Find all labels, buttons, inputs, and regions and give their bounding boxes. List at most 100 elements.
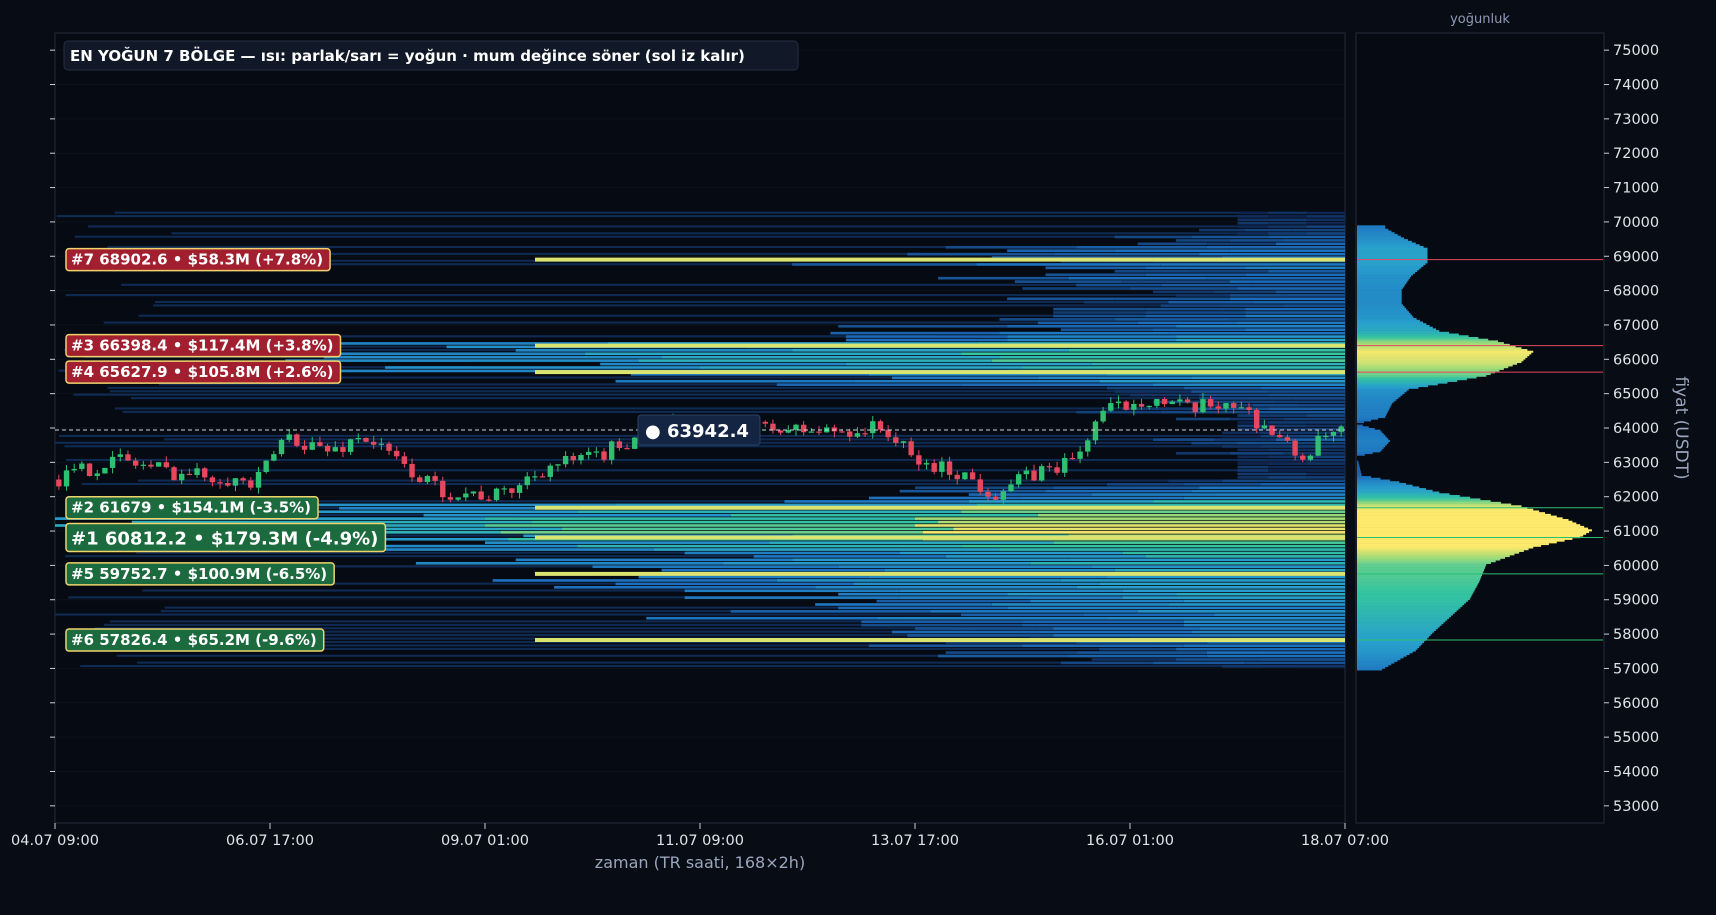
candle-body [132, 460, 139, 466]
heat-cell [1160, 283, 1253, 287]
profile-bar [1357, 369, 1500, 372]
profile-bar [1357, 623, 1442, 626]
heat-cell [1114, 249, 1230, 253]
heat-cell [991, 603, 1169, 606]
zone-badge-label: #3 66398.4 • $117.4M (+3.8%) [71, 337, 334, 355]
profile-bar [1357, 264, 1424, 267]
profile-bar [1357, 517, 1563, 520]
profile-bar [1357, 354, 1530, 357]
heat-cell [815, 603, 992, 606]
profile-bar [1357, 505, 1522, 508]
heat-cell [999, 318, 1115, 321]
heat-cell [1083, 300, 1169, 304]
profile-bar [1357, 659, 1398, 662]
current-price-value: ● 63942.4 [645, 421, 749, 442]
profile-title: yoğunluk [1450, 12, 1510, 27]
y-tick-label: 64000 [1613, 421, 1659, 437]
heat-cell [684, 596, 900, 599]
candle-body [1292, 440, 1298, 456]
candle-body [847, 431, 853, 437]
heat-cell [1260, 658, 1345, 661]
candle-body [1023, 470, 1030, 475]
heat-zone-band [535, 257, 1345, 262]
heat-cell [1245, 307, 1345, 311]
profile-bar [1357, 335, 1469, 338]
heat-cell [561, 527, 954, 531]
heat-cell [1168, 300, 1253, 304]
heat-cell [1268, 235, 1345, 239]
heat-cell [1122, 596, 1345, 599]
profile-bar [1357, 556, 1506, 559]
profile-bar [1357, 270, 1418, 273]
heat-cell [1222, 434, 1261, 438]
heat-cell [1045, 273, 1146, 277]
heat-cell [1076, 410, 1161, 414]
y-tick-label: 54000 [1613, 764, 1659, 780]
profile-bar [1357, 309, 1408, 312]
candle-body [1338, 426, 1344, 432]
heat-cell [876, 616, 1107, 620]
profile-bar [1357, 453, 1365, 456]
candle-body [125, 454, 131, 461]
heat-cell [1053, 252, 1200, 256]
profile-bar [1357, 366, 1509, 369]
heat-cell [1245, 397, 1292, 400]
candle-body [478, 491, 484, 500]
candle-body [194, 468, 200, 476]
heat-cell [1060, 661, 1154, 665]
candle-body [209, 477, 216, 483]
profile-bar [1357, 312, 1411, 315]
profile-bar [1357, 304, 1404, 307]
candle-body [885, 429, 891, 438]
heat-trace [154, 300, 1184, 304]
profile-bar [1357, 275, 1412, 278]
y-tick-label: 57000 [1613, 661, 1659, 677]
profile-bar [1357, 376, 1477, 379]
heat-cell [1237, 421, 1269, 424]
profile-bar [1357, 498, 1481, 501]
candle-body [1277, 434, 1283, 438]
heat-cell [1183, 644, 1345, 648]
heat-cell [1176, 647, 1261, 651]
heat-cell [1199, 397, 1246, 400]
candle-body [155, 462, 162, 467]
heat-cell [1137, 321, 1238, 325]
candle-body [286, 434, 292, 440]
y-tick-label: 53000 [1613, 799, 1659, 815]
profile-bar [1357, 544, 1542, 547]
profile-bar [1357, 551, 1520, 554]
profile-bar [1357, 367, 1504, 370]
candle-body [1015, 474, 1022, 485]
profile-bar [1357, 386, 1419, 389]
heat-cell [1252, 410, 1345, 414]
heat-cell [1268, 476, 1307, 479]
profile-bar [1357, 486, 1420, 489]
candle-body [777, 430, 784, 433]
heat-cell [1306, 232, 1345, 235]
profile-bar [1357, 558, 1501, 561]
heat-cell [1306, 472, 1345, 476]
candle-body [340, 447, 346, 452]
profile-bar [1357, 302, 1402, 305]
heat-cell [915, 517, 1345, 520]
heat-cell [1306, 448, 1345, 452]
profile-bar [1357, 654, 1407, 657]
heat-trace [121, 283, 1143, 286]
heat-cell [1199, 228, 1246, 232]
profile-bar [1357, 632, 1433, 635]
candle-body [179, 473, 185, 481]
zone-badge-label: #4 65627.9 • $105.8M (+2.6%) [71, 363, 334, 381]
profile-bar [1357, 237, 1404, 240]
heat-cell [1260, 386, 1345, 390]
heat-cell [1022, 287, 1130, 290]
profile-bar [1357, 666, 1386, 669]
candle-body [1284, 437, 1291, 441]
profile-bar [1357, 235, 1401, 238]
profile-bar [1357, 338, 1489, 341]
heat-cell [1268, 218, 1307, 222]
profile-bar [1357, 266, 1422, 269]
profile-bar [1357, 294, 1402, 297]
heat-cell [1114, 270, 1192, 273]
heat-cell [1260, 647, 1345, 651]
heat-cell [1068, 349, 1345, 352]
